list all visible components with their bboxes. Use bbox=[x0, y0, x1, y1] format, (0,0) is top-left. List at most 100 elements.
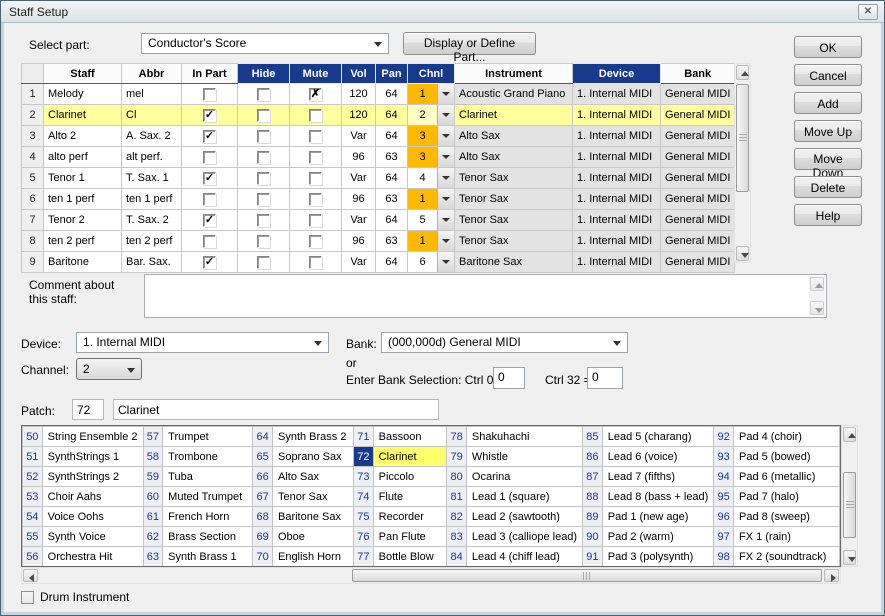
patch-number-cell[interactable]: 79 bbox=[447, 447, 467, 467]
patch-name-cell[interactable]: Pan Flute bbox=[373, 527, 447, 547]
bank-cell[interactable]: General MIDI bbox=[661, 126, 735, 147]
staff-row[interactable]: 5Tenor 1T. Sax. 1✓Var644Tenor Sax1. Inte… bbox=[22, 168, 735, 189]
hide-checkbox[interactable] bbox=[257, 151, 270, 164]
patch-name-cell[interactable]: Clarinet bbox=[373, 447, 447, 467]
staff-name-cell[interactable]: Alto 2 bbox=[44, 126, 122, 147]
staff-abbr-cell[interactable]: A. Sax. 2 bbox=[122, 126, 182, 147]
patch-number-cell[interactable]: 69 bbox=[253, 527, 273, 547]
patch-number-cell[interactable]: 51 bbox=[23, 447, 43, 467]
in-part-checkbox[interactable] bbox=[203, 151, 216, 164]
instrument-cell[interactable]: Tenor Sax bbox=[455, 210, 573, 231]
staff-row-number[interactable]: 8 bbox=[22, 231, 44, 252]
in-part-checkbox[interactable] bbox=[203, 235, 216, 248]
staff-name-cell[interactable]: ten 2 perf bbox=[44, 231, 122, 252]
patch-number-cell[interactable]: 54 bbox=[23, 507, 43, 527]
bank-cell[interactable]: General MIDI bbox=[661, 105, 735, 126]
staff-row[interactable]: 3Alto 2A. Sax. 2✓Var643Alto Sax1. Intern… bbox=[22, 126, 735, 147]
patch-name-cell[interactable]: Lead 1 (square) bbox=[466, 487, 582, 507]
mute-checkbox[interactable] bbox=[309, 193, 322, 206]
cancel-button[interactable]: Cancel bbox=[794, 64, 862, 86]
patch-name-cell[interactable]: Pad 4 (choir) bbox=[733, 427, 839, 447]
scroll-up-button[interactable] bbox=[736, 65, 749, 80]
patch-number-cell[interactable]: 95 bbox=[714, 487, 734, 507]
patch-name-cell[interactable]: SynthStrings 2 bbox=[42, 467, 143, 487]
channel-dropdown-button[interactable] bbox=[437, 189, 454, 209]
patch-number-cell[interactable]: 94 bbox=[714, 467, 734, 487]
patch-name-cell[interactable]: Recorder bbox=[373, 507, 447, 527]
staff-name-cell[interactable]: Melody bbox=[44, 84, 122, 105]
patch-name-cell[interactable]: Lead 4 (chiff lead) bbox=[466, 547, 582, 567]
channel-dropdown-button[interactable] bbox=[437, 168, 454, 188]
patch-number-cell[interactable]: 76 bbox=[354, 527, 374, 547]
patch-number-cell[interactable]: 53 bbox=[23, 487, 43, 507]
patch-number-cell[interactable]: 90 bbox=[583, 527, 603, 547]
volume-cell[interactable]: 96 bbox=[342, 231, 376, 252]
help-button[interactable]: Help bbox=[794, 204, 862, 226]
mute-checkbox[interactable] bbox=[309, 109, 322, 122]
patch-name-cell[interactable]: Pad 3 (polysynth) bbox=[602, 547, 714, 567]
patch-number-cell[interactable]: 52 bbox=[23, 467, 43, 487]
staff-abbr-cell[interactable]: Bar. Sax. bbox=[122, 252, 182, 273]
staff-row[interactable]: 6ten 1 perften 1 perf96631Tenor Sax1. In… bbox=[22, 189, 735, 210]
patch-name-cell[interactable]: Piccolo bbox=[373, 467, 447, 487]
patch-number-cell[interactable]: 68 bbox=[253, 507, 273, 527]
device-cell[interactable]: 1. Internal MIDI bbox=[573, 189, 661, 210]
bank-cell[interactable]: General MIDI bbox=[661, 252, 735, 273]
staff-abbr-cell[interactable]: ten 2 perf bbox=[122, 231, 182, 252]
display-define-part-button[interactable]: Display or Define Part... bbox=[403, 32, 536, 55]
bank-cell[interactable]: General MIDI bbox=[661, 231, 735, 252]
staff-abbr-cell[interactable]: alt perf. bbox=[122, 147, 182, 168]
staff-row-number[interactable]: 6 bbox=[22, 189, 44, 210]
device-combobox[interactable]: 1. Internal MIDI bbox=[76, 332, 329, 353]
patch-number-cell[interactable]: 88 bbox=[583, 487, 603, 507]
patch-name-cell[interactable]: Alto Sax bbox=[272, 467, 353, 487]
ctrl0-input[interactable]: 0 bbox=[493, 367, 525, 389]
in-part-checkbox[interactable] bbox=[203, 88, 216, 101]
patch-grid-vscrollbar[interactable] bbox=[841, 425, 858, 567]
channel-value[interactable]: 3 bbox=[408, 126, 437, 146]
patch-number-cell[interactable]: 77 bbox=[354, 547, 374, 567]
patch-number-cell[interactable]: 96 bbox=[714, 507, 734, 527]
hide-checkbox[interactable] bbox=[257, 214, 270, 227]
channel-value[interactable]: 3 bbox=[408, 147, 437, 167]
patch-name-cell[interactable]: Bottle Blow bbox=[373, 547, 447, 567]
patch-number-cell[interactable]: 61 bbox=[143, 507, 163, 527]
instrument-cell[interactable]: Acoustic Grand Piano bbox=[455, 84, 573, 105]
bank-cell[interactable]: General MIDI bbox=[661, 147, 735, 168]
scrollbar-thumb[interactable] bbox=[736, 84, 749, 192]
patch-name-cell[interactable]: Pad 1 (new age) bbox=[602, 507, 714, 527]
channel-combobox[interactable]: 2 bbox=[76, 358, 142, 380]
move-down-button[interactable]: Move Down bbox=[794, 148, 862, 170]
staff-abbr-cell[interactable]: ten 1 perf bbox=[122, 189, 182, 210]
device-cell[interactable]: 1. Internal MIDI bbox=[573, 84, 661, 105]
channel-value[interactable]: 1 bbox=[408, 189, 437, 209]
patch-name-cell[interactable]: Oboe bbox=[272, 527, 353, 547]
patch-name-cell[interactable]: String Ensemble 2 bbox=[42, 427, 143, 447]
patch-name-cell[interactable]: Pad 6 (metallic) bbox=[733, 467, 839, 487]
bank-combobox[interactable]: (000,000d) General MIDI bbox=[381, 332, 628, 353]
staff-row-number[interactable]: 9 bbox=[22, 252, 44, 273]
patch-number-cell[interactable]: 58 bbox=[143, 447, 163, 467]
patch-number-field[interactable]: 72 bbox=[72, 399, 104, 420]
staff-name-cell[interactable]: Baritone bbox=[44, 252, 122, 273]
ctrl32-input[interactable]: 0 bbox=[587, 367, 623, 389]
staff-row-number[interactable]: 3 bbox=[22, 126, 44, 147]
patch-name-cell[interactable]: Shakuhachi bbox=[466, 427, 582, 447]
patch-number-cell[interactable]: 73 bbox=[354, 467, 374, 487]
patch-name-cell[interactable]: Pad 8 (sweep) bbox=[733, 507, 839, 527]
scroll-up-button[interactable] bbox=[843, 427, 856, 442]
patch-number-cell[interactable]: 82 bbox=[447, 507, 467, 527]
in-part-checkbox[interactable] bbox=[203, 193, 216, 206]
patch-grid-hscrollbar[interactable] bbox=[21, 567, 841, 584]
patch-name-cell[interactable]: Pad 5 (bowed) bbox=[733, 447, 839, 467]
patch-number-cell[interactable]: 67 bbox=[253, 487, 273, 507]
scroll-down-button[interactable] bbox=[843, 550, 856, 565]
scrollbar-thumb[interactable] bbox=[843, 472, 856, 538]
comment-textarea[interactable] bbox=[144, 274, 827, 318]
patch-number-cell[interactable]: 50 bbox=[23, 427, 43, 447]
patch-name-cell[interactable]: Synth Voice bbox=[42, 527, 143, 547]
patch-name-cell[interactable]: Orchestra Hit bbox=[42, 547, 143, 567]
patch-name-cell[interactable]: Synth Brass 1 bbox=[163, 547, 253, 567]
volume-cell[interactable]: 96 bbox=[342, 189, 376, 210]
scroll-down-button[interactable] bbox=[736, 246, 749, 261]
